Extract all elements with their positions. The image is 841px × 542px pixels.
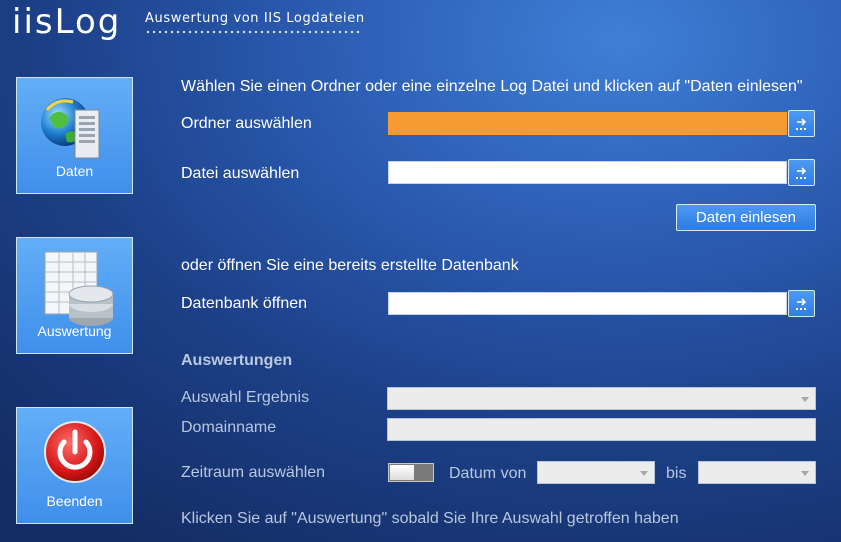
auswertung-tile-label: Auswertung bbox=[37, 323, 112, 339]
datei-path-field[interactable] bbox=[388, 161, 787, 184]
auswertungen-heading: Auswertungen bbox=[181, 352, 293, 369]
app-subtitle: Auswertung von IIS Logdateien bbox=[145, 11, 365, 26]
bis-label: bis bbox=[666, 465, 687, 482]
ordner-path-field[interactable] bbox=[388, 112, 787, 135]
chevron-down-icon bbox=[640, 471, 648, 476]
globe-server-icon bbox=[41, 98, 100, 159]
datei-label: Datei auswählen bbox=[181, 165, 300, 182]
header-dotted-divider bbox=[145, 30, 360, 34]
datum-von-label: Datum von bbox=[449, 465, 527, 482]
daten-tile-label: Daten bbox=[55, 163, 94, 179]
auswertung-tile-button[interactable]: Auswertung bbox=[16, 237, 133, 354]
daten-tile-button[interactable]: Daten bbox=[16, 77, 133, 194]
chevron-down-icon bbox=[801, 397, 809, 402]
ergebnis-select[interactable] bbox=[387, 387, 816, 410]
ordner-label: Ordner auswählen bbox=[181, 115, 312, 132]
or-open-database-text: oder öffnen Sie eine bereits erstellte D… bbox=[181, 257, 519, 274]
daten-einlesen-button[interactable]: Daten einlesen bbox=[676, 204, 816, 231]
domain-label: Domainname bbox=[181, 419, 277, 436]
toggle-knob bbox=[390, 465, 414, 480]
datei-browse-button[interactable] bbox=[788, 159, 815, 186]
browse-arrow-icon bbox=[796, 298, 807, 310]
datum-von-picker[interactable] bbox=[537, 461, 655, 484]
beenden-tile-label: Beenden bbox=[46, 493, 103, 509]
app-logo: iisLog bbox=[12, 2, 122, 42]
power-icon bbox=[44, 421, 106, 483]
ergebnis-label: Auswahl Ergebnis bbox=[181, 389, 310, 406]
domain-input[interactable] bbox=[387, 418, 816, 441]
chevron-down-icon bbox=[801, 471, 809, 476]
bis-date-picker[interactable] bbox=[698, 461, 816, 484]
instruction-text: Wählen Sie einen Ordner oder eine einzel… bbox=[181, 78, 803, 95]
ordner-browse-button[interactable] bbox=[788, 110, 815, 137]
datenbank-path-field[interactable] bbox=[388, 292, 787, 315]
beenden-tile-button[interactable]: Beenden bbox=[16, 407, 133, 524]
browse-arrow-icon bbox=[796, 167, 807, 179]
auswertung-hint-text: Klicken Sie auf "Auswertung" sobald Sie … bbox=[181, 510, 679, 527]
browse-arrow-icon bbox=[796, 118, 807, 130]
datenbank-label: Datenbank öffnen bbox=[181, 295, 308, 312]
zeitraum-toggle[interactable] bbox=[388, 463, 434, 482]
datenbank-browse-button[interactable] bbox=[788, 290, 815, 317]
zeitraum-label: Zeitraum auswählen bbox=[181, 464, 326, 481]
spreadsheet-database-icon bbox=[44, 251, 114, 326]
